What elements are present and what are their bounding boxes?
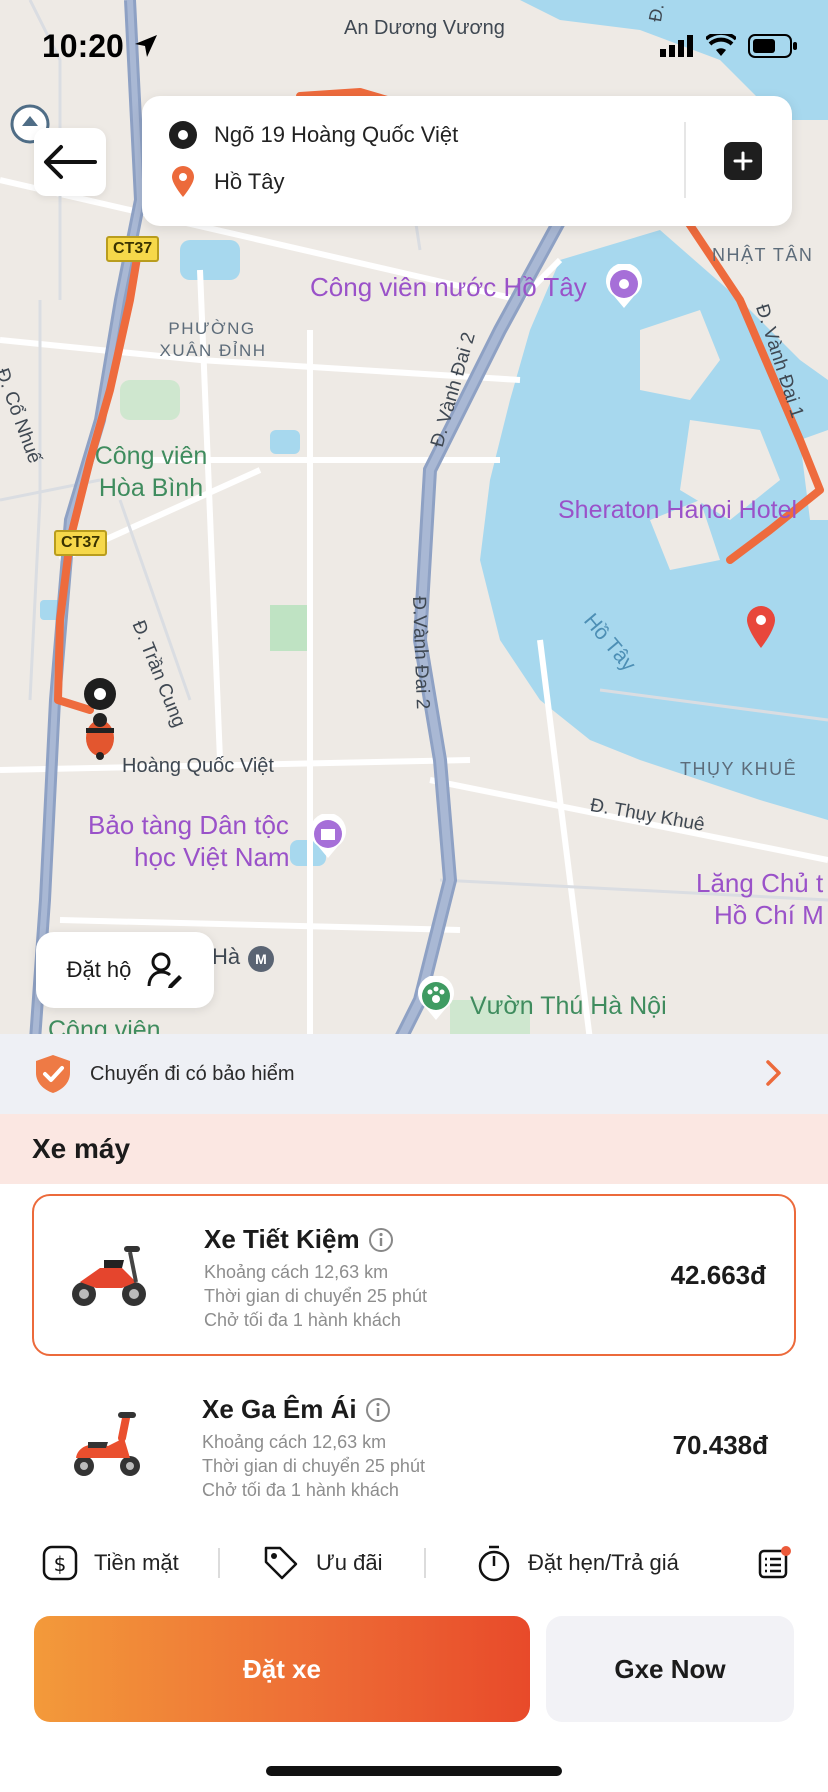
payment-method-button[interactable]: $ Tiền mặt (42, 1545, 179, 1581)
chevron-right-icon (766, 1060, 781, 1086)
route-origin[interactable]: Ngõ 19 Hoàng Quốc Việt (168, 120, 458, 150)
wifi-icon (706, 34, 736, 56)
arrow-left-icon (44, 145, 97, 179)
metro-icon: M (248, 946, 274, 972)
ride-distance: Khoảng cách 12,63 km (204, 1262, 389, 1282)
options-divider (424, 1548, 426, 1578)
info-icon[interactable] (365, 1397, 391, 1423)
scooter-icon (70, 1238, 150, 1315)
map-label-bao-tang-1: Bảo tàng Dân tộc (88, 810, 289, 840)
book-ride-label: Đặt xe (242, 1653, 322, 1684)
schedule-button[interactable]: Đặt hẹn/Trả giá (476, 1544, 679, 1582)
map-label-vuon-thu: Vườn Thú Hà Nội (470, 992, 667, 1020)
water-park-icon[interactable] (604, 263, 644, 315)
add-stop-button[interactable] (724, 142, 762, 180)
route-destination-text: Hồ Tây (214, 169, 285, 194)
ride-option-xe-ga-em-ai[interactable]: Xe Ga Êm Ái Khoảng cách 12,63 km Thời gi… (32, 1366, 796, 1528)
ride-duration: Thời gian di chuyển 25 phút (204, 1286, 427, 1306)
map-label-vanh-dai-2-mid: Đ.Vành Đai 2 (408, 595, 433, 710)
ride-price: 42.663đ (670, 1260, 766, 1290)
insurance-banner[interactable]: Chuyến đi có bảo hiểm (0, 1034, 828, 1114)
map-label-cong-vien-nuoc: Công viên nước Hồ Tây (310, 272, 587, 302)
ride-name: Xe Tiết Kiệm (204, 1224, 394, 1255)
status-icons (660, 34, 798, 58)
book-for-others-button[interactable]: Đặt hộ (36, 932, 214, 1008)
map-label-bao-tang-2: học Việt Nam (134, 842, 290, 872)
payment-method-label: Tiền mặt (94, 1550, 179, 1575)
status-time-text: 10:20 (42, 28, 124, 64)
gxe-now-button[interactable]: Gxe Now (546, 1616, 794, 1722)
ride-name-text: Xe Ga Êm Ái (202, 1394, 357, 1424)
back-button[interactable] (34, 128, 106, 196)
ride-name: Xe Ga Êm Ái (202, 1394, 391, 1425)
user-edit-icon (147, 952, 183, 988)
map-label-ha: Hà (212, 944, 241, 969)
ride-duration: Thời gian di chuyển 25 phút (202, 1456, 425, 1476)
origin-dot-icon (169, 121, 197, 149)
status-time: 10:20 (42, 28, 159, 65)
map-label-thuy-khue-district: THỤY KHUÊ (680, 759, 798, 779)
moped-icon (68, 1408, 148, 1485)
ride-price: 70.438đ (672, 1430, 768, 1460)
route-origin-text: Ngõ 19 Hoàng Quốc Việt (214, 122, 459, 147)
ride-distance: Khoảng cách 12,63 km (202, 1432, 387, 1452)
timer-icon (478, 1545, 510, 1582)
map-label-xuan-dinh: XUÂN ĐỈNH (159, 341, 267, 360)
map-label-cong-vien-hoa-binh-1: Công viên (94, 442, 208, 470)
booking-options-bar: $ Tiền mặt Ưu đãi Đặt hẹn/Trả giá (0, 1534, 828, 1592)
ride-notes-button[interactable] (756, 1545, 792, 1581)
promo-label: Ưu đãi (316, 1550, 383, 1575)
signal-icon (660, 35, 693, 57)
map-label-cong-vien-hoa-binh-2: Hòa Bình (98, 474, 204, 502)
destination-pin-icon (744, 604, 778, 655)
book-for-others-label: Đặt hộ (66, 957, 132, 982)
plus-icon (733, 151, 753, 171)
options-divider (218, 1548, 220, 1578)
tag-icon (264, 1546, 298, 1580)
battery-icon (748, 34, 797, 58)
map-label-sheraton: Sheraton Hanoi Hotel (558, 496, 798, 524)
promo-button[interactable]: Ưu đãi (262, 1544, 383, 1582)
driver-scooter-icon (72, 704, 128, 765)
map-label-lang-2: Hồ Chí M (714, 900, 824, 930)
zoo-icon[interactable] (416, 975, 456, 1027)
svg-text:$: $ (54, 1552, 67, 1576)
map-label-phuong: PHƯỜNG (168, 319, 256, 338)
insurance-label: Chuyến đi có bảo hiểm (90, 1062, 295, 1085)
route-card[interactable]: Ngõ 19 Hoàng Quốc Việt Hồ Tây (142, 96, 792, 226)
route-divider (684, 122, 686, 198)
book-ride-button[interactable]: Đặt xe (34, 1616, 530, 1722)
schedule-label: Đặt hẹn/Trả giá (528, 1550, 679, 1575)
museum-icon[interactable] (308, 813, 348, 865)
list-icon (758, 1546, 791, 1579)
map-label-lang-1: Lăng Chủ t (696, 868, 824, 898)
shield-check-icon (36, 1055, 70, 1093)
ride-capacity: Chở tối đa 1 hành khách (204, 1310, 401, 1330)
home-indicator (266, 1766, 562, 1776)
ride-option-xe-tiet-kiem[interactable]: Xe Tiết Kiệm Khoảng cách 12,63 km Thời g… (32, 1194, 796, 1356)
vehicle-section-title-text: Xe máy (32, 1133, 131, 1164)
info-icon[interactable] (368, 1227, 394, 1253)
destination-marker-icon (172, 166, 194, 197)
ride-name-text: Xe Tiết Kiệm (204, 1224, 360, 1254)
route-destination[interactable]: Hồ Tây (168, 166, 285, 198)
map-label-nhat-tan: NHẬT TÂN (712, 245, 814, 265)
road-shield-ct37: CT37 (54, 530, 108, 556)
ride-capacity: Chở tối đa 1 hành khách (202, 1480, 399, 1500)
gxe-now-label: Gxe Now (614, 1653, 726, 1684)
location-arrow-icon (134, 35, 157, 57)
map-label-hoang-quoc-viet: Hoàng Quốc Việt (122, 755, 274, 777)
vehicle-section-title: Xe máy (0, 1114, 828, 1184)
cash-icon: $ (42, 1545, 78, 1581)
map-label-an-duong-vuong: An Dương Vương (344, 17, 505, 39)
road-shield-ct37: CT37 (106, 236, 160, 262)
